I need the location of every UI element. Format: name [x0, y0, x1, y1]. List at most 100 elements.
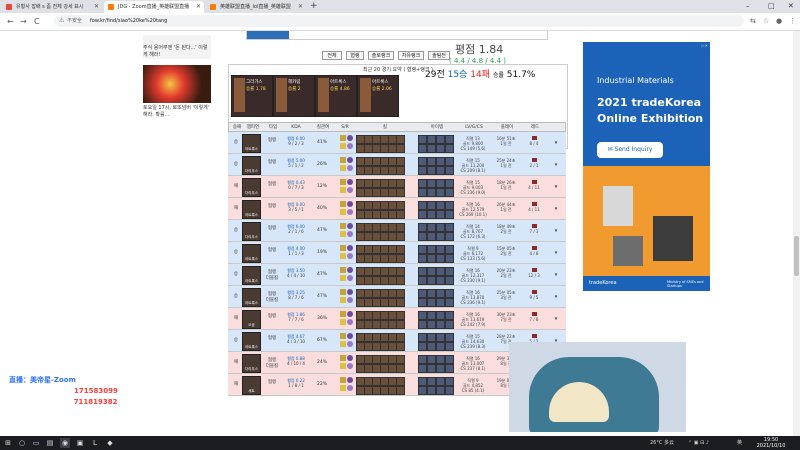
champion-portrait[interactable]: 아트록스 [242, 288, 261, 307]
reload-button[interactable]: C [34, 15, 40, 28]
player-icon[interactable] [396, 166, 405, 175]
item-icon[interactable] [427, 320, 436, 329]
item-icon[interactable] [427, 188, 436, 197]
player-icon[interactable] [396, 179, 405, 188]
expand-icon[interactable]: ▾ [550, 220, 562, 242]
item-icon[interactable] [418, 364, 427, 373]
news-item-1[interactable]: 주식 용어무엔 '돈 된다...' 이렇게 해라! [143, 45, 211, 59]
windows-start-icon[interactable]: ⊞ [3, 438, 13, 448]
item-icon[interactable] [427, 298, 436, 307]
champ-card[interactable]: 그라가스 승률 1.78 [231, 75, 273, 117]
player-icon[interactable] [396, 157, 405, 166]
table-row[interactable]: 승 다리우스 협랭 평점 5.00 5 / 1 / 2 26% 직렬 15 골드 11,200… [228, 154, 566, 176]
item-icon[interactable] [445, 179, 454, 188]
item-icon[interactable] [427, 355, 436, 364]
item-icon[interactable] [436, 232, 445, 241]
item-icon[interactable] [436, 179, 445, 188]
player-icon[interactable] [396, 144, 405, 153]
item-icon[interactable] [445, 254, 454, 263]
item-icon[interactable] [418, 267, 427, 276]
item-icon[interactable] [427, 377, 436, 386]
chrome-icon[interactable]: ◉ [60, 438, 70, 448]
item-icon[interactable] [436, 364, 445, 373]
translate-icon[interactable]: ⇆ [750, 15, 756, 28]
close-icon[interactable]: ✕ [196, 1, 201, 13]
player-icon[interactable] [396, 232, 405, 241]
item-icon[interactable] [418, 311, 427, 320]
filter-all[interactable]: 전체 [322, 51, 342, 60]
item-icon[interactable] [436, 201, 445, 210]
item-icon[interactable] [418, 298, 427, 307]
minimize-button[interactable]: – [746, 0, 750, 13]
back-button[interactable]: ← [7, 15, 14, 28]
rune-icon[interactable] [347, 143, 353, 149]
address-bar[interactable]: ⚠ 不安全 fow.kr/find/siao%20ke%20tang [54, 15, 744, 27]
rune-icon[interactable] [347, 187, 353, 193]
player-icon[interactable] [396, 298, 405, 307]
item-icon[interactable] [418, 276, 427, 285]
rune-icon[interactable] [347, 179, 353, 185]
item-icon[interactable] [427, 245, 436, 254]
item-icon[interactable] [418, 333, 427, 342]
rune-icon[interactable] [347, 297, 353, 303]
item-icon[interactable] [418, 320, 427, 329]
summoner-spell-icon[interactable] [340, 275, 346, 281]
table-row[interactable]: 승 다리우스 협랭 평점 6.00 2 / 1 / 6 47% 직렬 14 골드 8,767 C… [228, 220, 566, 242]
rune-icon[interactable] [347, 245, 353, 251]
item-icon[interactable] [418, 245, 427, 254]
tray-icons[interactable]: ⌃ ▣ ⊟ ♪ [688, 436, 709, 450]
summoner-spell-icon[interactable] [340, 385, 346, 391]
player-icon[interactable] [396, 210, 405, 219]
item-icon[interactable] [427, 232, 436, 241]
item-icon[interactable] [445, 377, 454, 386]
player-icon[interactable] [396, 377, 405, 386]
menu-icon[interactable]: ⋮ [789, 15, 796, 28]
summoner-spell-icon[interactable] [340, 187, 346, 193]
item-icon[interactable] [445, 333, 454, 342]
item-icon[interactable] [427, 311, 436, 320]
item-icon[interactable] [436, 157, 445, 166]
weather-text[interactable]: 26°C 多云 [650, 436, 674, 450]
taskbar-clock[interactable]: 19:50 2021/10/10 [748, 437, 794, 449]
item-icon[interactable] [445, 342, 454, 351]
champ-card[interactable]: 아트록스 승률 4.86 [315, 75, 357, 117]
item-icon[interactable] [427, 144, 436, 153]
rune-icon[interactable] [347, 311, 353, 317]
rune-icon[interactable] [347, 355, 353, 361]
summoner-spell-icon[interactable] [340, 179, 346, 185]
item-icon[interactable] [445, 157, 454, 166]
rune-icon[interactable] [347, 231, 353, 237]
table-row[interactable]: 승 아트록스 협랭 평점 6.00 9 / 2 / 3 41% 직렬 13 골드 9,800 C… [228, 132, 566, 154]
player-icon[interactable] [396, 289, 405, 298]
summoner-spell-icon[interactable] [340, 355, 346, 361]
item-icon[interactable] [418, 377, 427, 386]
summoner-spell-icon[interactable] [340, 201, 346, 207]
rune-icon[interactable] [347, 319, 353, 325]
player-icon[interactable] [396, 333, 405, 342]
item-icon[interactable] [436, 144, 445, 153]
close-icon[interactable]: ✕ [94, 1, 99, 13]
item-icon[interactable] [418, 342, 427, 351]
rune-icon[interactable] [347, 333, 353, 339]
search-icon[interactable]: ○ [17, 438, 27, 448]
rune-icon[interactable] [347, 157, 353, 163]
item-icon[interactable] [445, 289, 454, 298]
item-icon[interactable] [436, 333, 445, 342]
summoner-spell-icon[interactable] [340, 311, 346, 317]
folder-icon[interactable]: ▤ [45, 438, 55, 448]
player-icon[interactable] [396, 386, 405, 395]
table-row[interactable]: 패 아트록스 협랭 평점 0.00 3 / 5 / 1 40% 직렬 16 골드 12,579… [228, 198, 566, 220]
champion-portrait[interactable]: 오공 [242, 310, 261, 329]
app-icon[interactable]: ▣ [75, 438, 85, 448]
rune-icon[interactable] [347, 135, 353, 141]
item-icon[interactable] [436, 377, 445, 386]
page-scrollbar[interactable] [793, 31, 800, 436]
item-icon[interactable] [445, 276, 454, 285]
item-icon[interactable] [418, 223, 427, 232]
input-language[interactable]: 英 [737, 436, 742, 450]
ad-choices-icon[interactable]: ▷✕ [702, 43, 708, 48]
rune-icon[interactable] [347, 267, 353, 273]
summoner-spell-icon[interactable] [340, 297, 346, 303]
close-icon[interactable]: ✕ [298, 1, 303, 13]
expand-icon[interactable]: ▾ [550, 198, 562, 220]
